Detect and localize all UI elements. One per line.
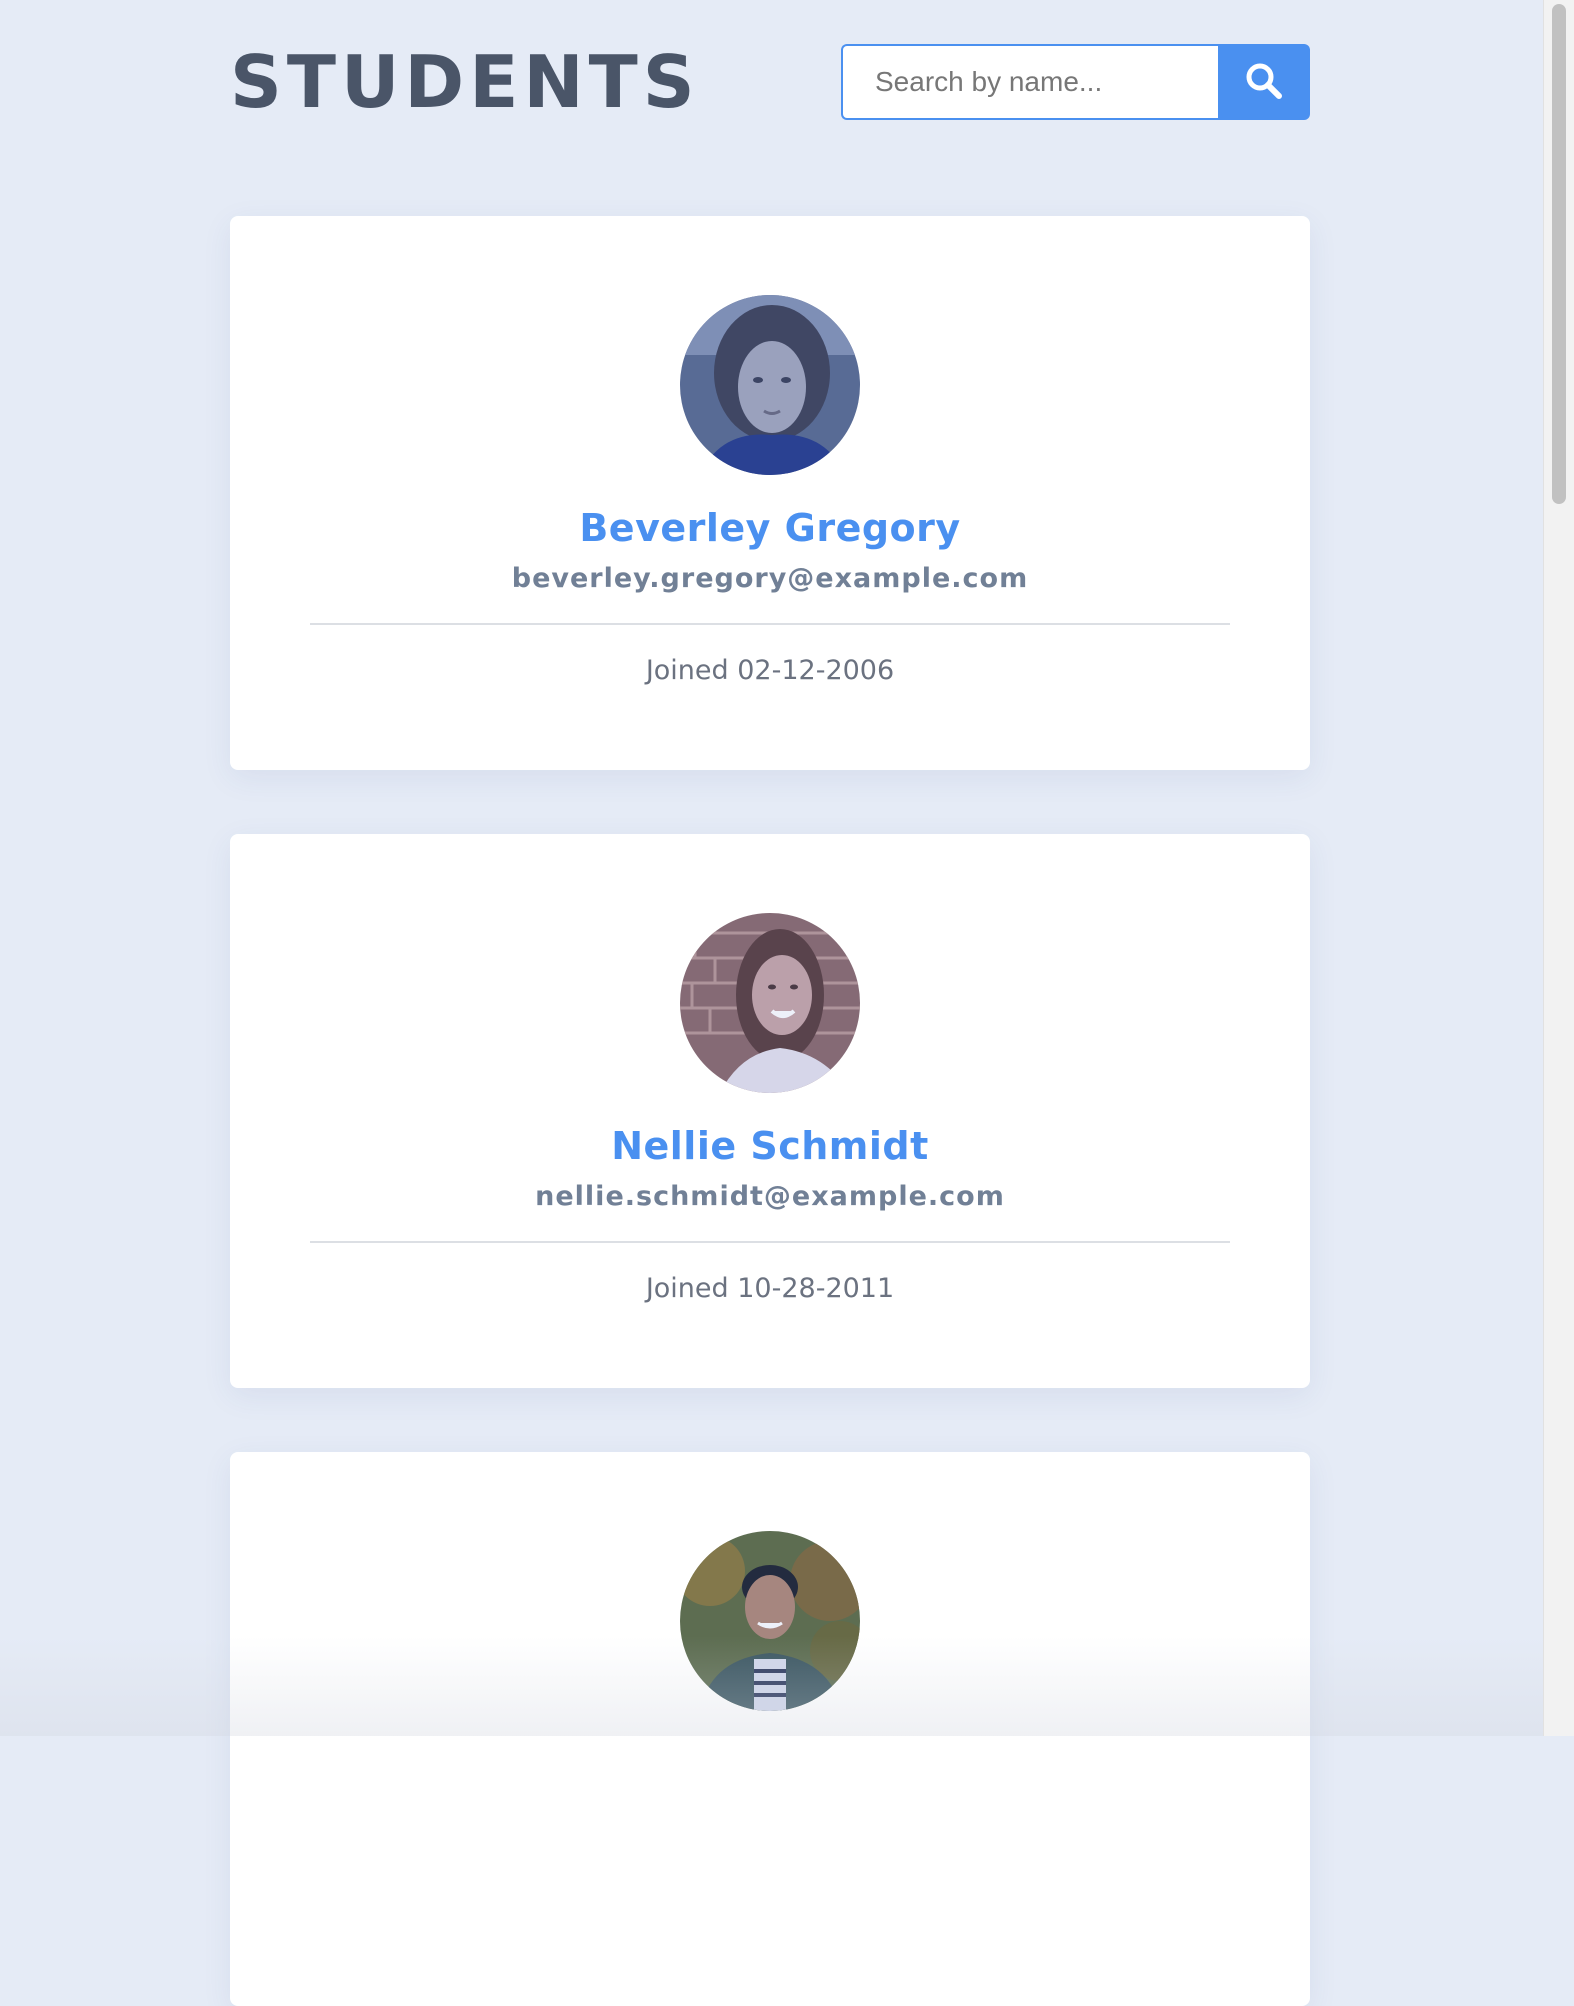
joined-date: Joined 02-12-2006 [645, 655, 895, 686]
page-title: STUDENTS [230, 40, 700, 124]
student-card[interactable]: Beverley Gregory beverley.gregory@exampl… [230, 216, 1310, 770]
student-email: beverley.gregory@example.com [511, 563, 1029, 594]
vertical-scrollbar[interactable] [1543, 0, 1574, 1736]
student-card[interactable]: Nellie Schmidt nellie.schmidt@example.co… [230, 834, 1310, 1388]
students-page: STUDENTS Search by name... Beverley Greg… [0, 0, 1543, 2006]
avatar [680, 913, 860, 1093]
student-email: nellie.schmidt@example.com [535, 1181, 1005, 1212]
search-bar [841, 44, 1310, 120]
avatar [680, 295, 860, 475]
student-name: Nellie Schmidt [611, 1124, 929, 1168]
header: STUDENTS [230, 44, 1310, 120]
search-input[interactable] [841, 44, 1218, 120]
student-card[interactable] [230, 1452, 1310, 2006]
divider [310, 623, 1230, 625]
student-name: Beverley Gregory [579, 506, 961, 550]
search-icon [1245, 62, 1283, 103]
scrollbar-thumb[interactable] [1552, 4, 1566, 504]
avatar [680, 1531, 860, 1711]
joined-date: Joined 10-28-2011 [645, 1273, 895, 1304]
search-button[interactable] [1218, 44, 1310, 120]
divider [310, 1241, 1230, 1243]
